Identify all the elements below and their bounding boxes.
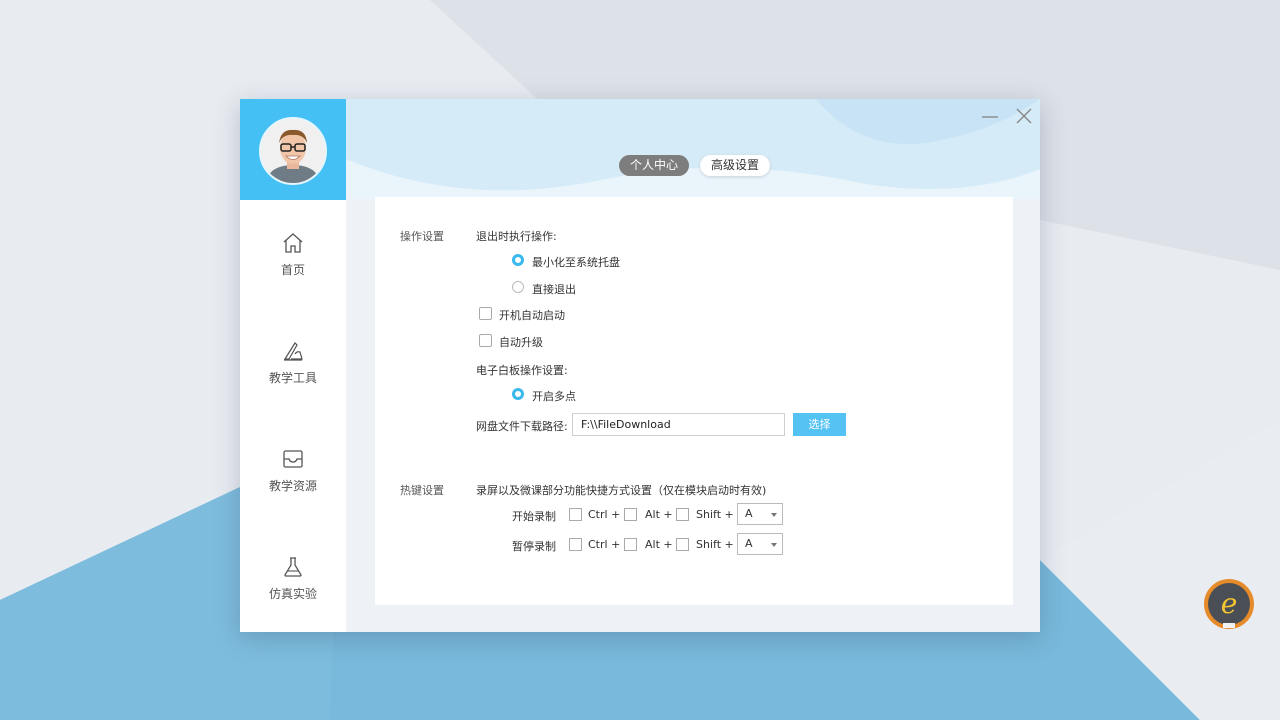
radio-exit-directly[interactable] [512,281,524,293]
hotkey-alt-checkbox[interactable] [624,508,637,521]
hotkey-key-select[interactable]: A [737,533,783,555]
hotkey-key-select[interactable]: A [737,503,783,525]
home-icon [283,233,303,253]
inbox-icon [283,450,303,468]
hotkey-ctrl-checkbox[interactable] [569,508,582,521]
radio-minimize-label: 最小化至系统托盘 [532,256,620,269]
tools-icon [283,342,303,361]
main-panel: 个人中心 高级设置 操作设置 退出时执行操作: 最小化至系统托盘 直接退出 开机… [346,99,1040,632]
hotkey-shift-checkbox[interactable] [676,538,689,551]
minimize-button[interactable] [979,107,1001,127]
sidebar-item-teaching-resources[interactable]: 教学资源 [240,447,346,507]
sidebar-item-label: 教学工具 [268,371,317,385]
sidebar-item-label: 仿真实验 [268,587,317,601]
autostart-label: 开机自动启动 [499,309,565,322]
hotkey-alt-label: Alt + [645,538,673,551]
chevron-down-icon [771,543,777,547]
autostart-checkbox[interactable] [479,307,492,320]
chevron-down-icon [771,513,777,517]
e-logo-icon: e [1204,579,1254,629]
settings-window: 首页 教学工具 教学资源 仿真实验 个人中心 高级设置 操作设置 退出时执行操作… [240,99,1040,632]
header-decoration [346,99,1040,199]
logo-letter: e [1221,587,1238,620]
sidebar: 首页 教学工具 教学资源 仿真实验 [240,99,346,632]
hotkey-key-value: A [745,537,753,550]
multipoint-label: 开启多点 [532,390,576,403]
hotkey-description: 录屏以及微课部分功能快捷方式设置（仅在模块启动时有效) [476,484,767,497]
sidebar-item-teaching-tools[interactable]: 教学工具 [240,339,346,399]
autoupgrade-checkbox[interactable] [479,334,492,347]
operation-section-label: 操作设置 [400,230,444,243]
sidebar-item-simulation[interactable]: 仿真实验 [240,555,346,615]
hotkey-key-value: A [745,507,753,520]
avatar-panel [240,99,346,200]
close-icon [1016,108,1032,124]
whiteboard-settings-label: 电子白板操作设置: [476,364,568,377]
choose-path-button[interactable]: 选择 [793,413,846,436]
hotkey-row-label: 开始录制 [512,510,556,523]
hotkey-ctrl-label: Ctrl + [588,538,621,551]
hotkey-row-label: 暂停录制 [512,540,556,553]
hotkey-alt-checkbox[interactable] [624,538,637,551]
sidebar-item-home[interactable]: 首页 [240,231,346,291]
hotkey-ctrl-label: Ctrl + [588,508,621,521]
hotkey-ctrl-checkbox[interactable] [569,538,582,551]
download-path-label: 网盘文件下载路径: [476,420,568,433]
hotkey-shift-label: Shift + [696,538,734,551]
hotkey-shift-checkbox[interactable] [676,508,689,521]
download-path-input[interactable] [572,413,785,436]
app-logo-button[interactable]: e [1203,578,1255,630]
radio-exit-label: 直接退出 [532,283,576,296]
tab-personal-center[interactable]: 个人中心 [619,155,690,176]
autoupgrade-label: 自动升级 [499,336,543,349]
user-photo-icon [261,119,325,183]
radio-multipoint[interactable] [512,388,524,400]
radio-minimize-to-tray[interactable] [512,254,524,266]
close-button[interactable] [1013,107,1035,127]
flask-icon [284,557,302,577]
settings-content: 操作设置 退出时执行操作: 最小化至系统托盘 直接退出 开机自动启动 自动升级 … [375,197,1013,605]
hotkey-shift-label: Shift + [696,508,734,521]
avatar[interactable] [259,117,327,185]
sidebar-item-label: 首页 [280,263,305,277]
hotkey-alt-label: Alt + [645,508,673,521]
sidebar-item-label: 教学资源 [268,479,317,493]
exit-action-label: 退出时执行操作: [476,230,557,243]
minimize-icon [982,116,998,118]
tab-advanced-settings[interactable]: 高级设置 [700,155,771,176]
hotkey-section-label: 热键设置 [400,484,444,497]
